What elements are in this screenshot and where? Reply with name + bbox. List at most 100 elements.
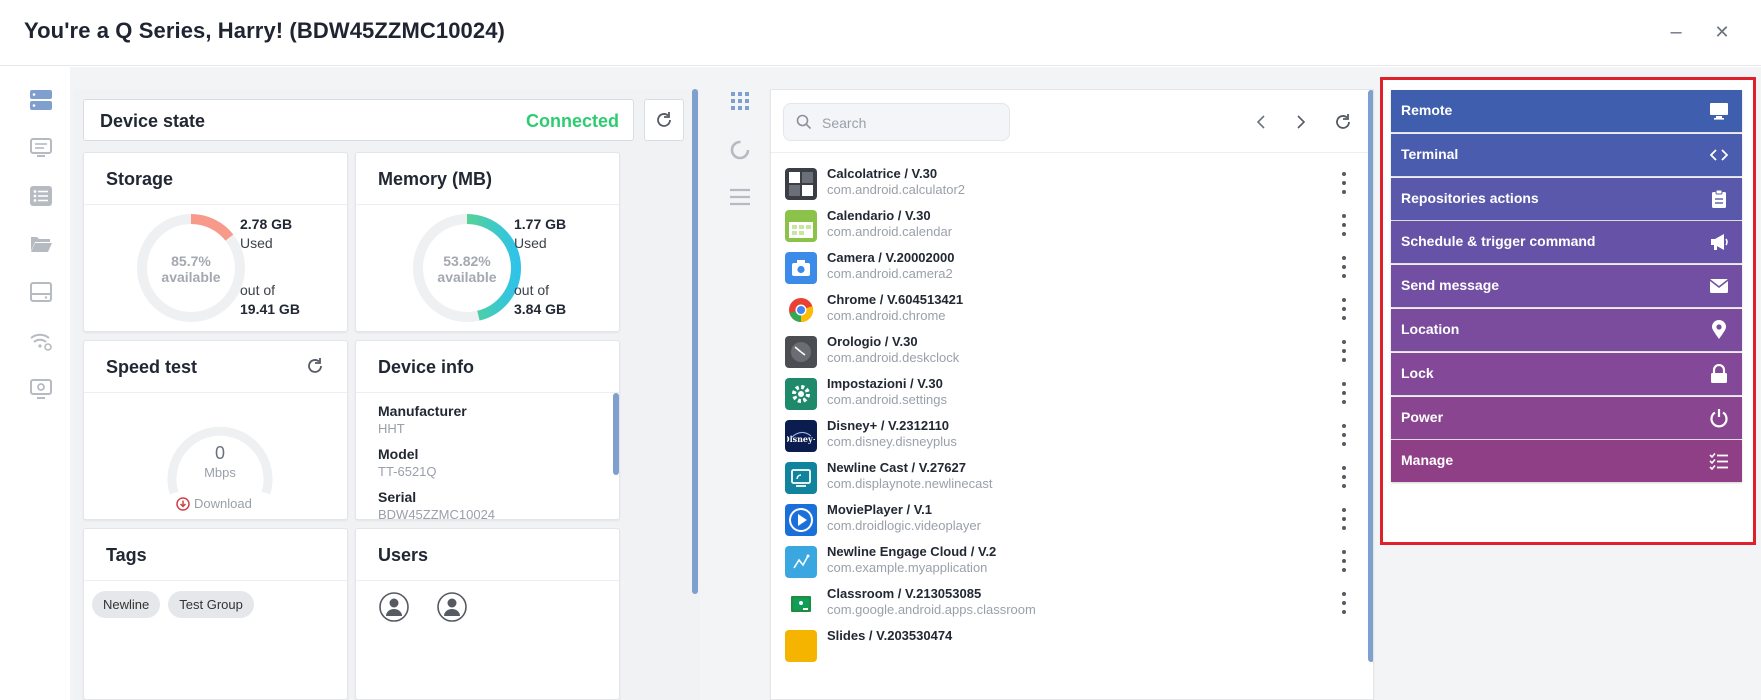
window-title: You're a Q Series, Harry! (BDW45ZZMC1002… <box>24 18 505 43</box>
app-name: Calendario / V.30 <box>827 208 931 223</box>
memory-total: 3.84 GB <box>514 301 567 317</box>
device-info-panel: Device info Manufacturer HHT Model TT-65… <box>355 340 620 520</box>
user-avatar-icon[interactable] <box>436 591 468 623</box>
app-row[interactable]: Orologio / V.30 com.android.deskclock <box>771 328 1367 375</box>
app-options-button[interactable] <box>1336 256 1352 278</box>
chevron-left-icon <box>1256 115 1265 129</box>
app-options-button[interactable] <box>1336 172 1352 194</box>
app-name: MoviePlayer / V.1 <box>827 502 933 517</box>
terminal-button[interactable]: Terminal <box>1391 133 1742 176</box>
power-button[interactable]: Power <box>1391 396 1742 439</box>
app-name: Impostazioni / V.30 <box>827 376 943 391</box>
app-name: Camera / V.20002000 <box>827 250 955 265</box>
apps-grid-icon[interactable] <box>727 88 753 114</box>
app-options-button[interactable] <box>1336 382 1352 404</box>
left-rail <box>0 67 70 700</box>
close-button[interactable]: ✕ <box>1708 18 1736 46</box>
device-overview: Device state Connected Storage 85.7% ava… <box>73 89 700 700</box>
device-info-scrollbar[interactable] <box>613 393 619 475</box>
app-row[interactable]: Classroom / V.213053085 com.google.androi… <box>771 580 1367 627</box>
search-icon <box>796 114 812 130</box>
app-row[interactable]: MoviePlayer / V.1 com.droidlogic.videopla… <box>771 496 1367 543</box>
list-icon[interactable] <box>28 183 54 209</box>
app-row[interactable]: Chrome / V.604513421 com.android.chrome <box>771 286 1367 333</box>
remote-button[interactable]: Remote <box>1391 90 1742 132</box>
memory-out-of-label: out of <box>514 282 550 298</box>
refresh-state-button[interactable] <box>644 99 684 141</box>
app-name: Newline Cast / V.27627 <box>827 460 966 475</box>
tag-chip[interactable]: Newline <box>92 591 161 618</box>
storage-available-label: available <box>161 269 221 285</box>
action-label: Remote <box>1401 102 1453 118</box>
loading-circle-icon[interactable] <box>727 137 753 163</box>
storage-drive-icon[interactable] <box>28 279 54 305</box>
action-label: Manage <box>1401 452 1454 469</box>
folder-open-icon[interactable] <box>28 231 54 257</box>
minimize-button[interactable]: – <box>1662 18 1690 46</box>
device-state-bar: Device state Connected <box>83 99 634 141</box>
memory-gauge: 53.82% available <box>410 211 524 325</box>
monitor-settings-icon[interactable] <box>28 376 54 402</box>
menu-lines-icon[interactable] <box>727 184 753 210</box>
speed-test-refresh-button[interactable] <box>306 357 324 380</box>
tag-list: Newline Test Group <box>92 591 254 618</box>
tag-chip[interactable]: Test Group <box>168 591 254 618</box>
checklist-icon <box>1708 450 1730 472</box>
lock-button[interactable]: Lock <box>1391 352 1742 395</box>
storage-percent: 85.7% <box>171 253 211 269</box>
action-label: Power <box>1401 408 1444 425</box>
overview-scrollbar[interactable] <box>692 89 698 594</box>
next-page-button[interactable] <box>1289 110 1313 134</box>
app-row[interactable]: Newline Cast / V.27627 com.displaynote.ne… <box>771 454 1367 501</box>
app-options-button[interactable] <box>1336 298 1352 320</box>
send-message-button[interactable]: Send message <box>1391 265 1742 308</box>
app-options-button[interactable] <box>1336 466 1352 488</box>
app-options-button[interactable] <box>1336 424 1352 446</box>
search-input[interactable] <box>822 112 1002 134</box>
user-avatar-icon[interactable] <box>378 591 410 623</box>
speed-gauge: 0 Mbps <box>164 407 276 497</box>
download-label: Download <box>194 496 252 511</box>
storage-used-label: Used <box>240 235 273 251</box>
app-row[interactable]: Slides / V.203530474 <box>771 622 1367 669</box>
app-row[interactable]: Impostazioni / V.30 com.android.settings <box>771 370 1367 417</box>
download-test-button[interactable]: Download <box>176 496 252 511</box>
camera-icon <box>785 252 817 284</box>
info-value: BDW45ZZMC10024 <box>378 507 496 520</box>
chrome-icon <box>785 294 817 326</box>
wifi-settings-icon[interactable] <box>28 328 54 354</box>
apps-scrollbar[interactable] <box>1368 90 1373 662</box>
app-row[interactable]: Calcolatrice / V.30 com.android.calculato… <box>771 160 1367 207</box>
manage-button[interactable]: Manage <box>1391 440 1742 483</box>
display-list-icon[interactable] <box>28 134 54 160</box>
slides-icon <box>785 630 817 662</box>
storage-title: Storage <box>84 153 347 205</box>
disney-plus-icon: Disney+ <box>785 420 817 452</box>
schedule-and-trigger-command-button[interactable]: Schedule & trigger command <box>1391 221 1742 264</box>
play-icon <box>785 504 817 536</box>
app-row[interactable]: Camera / V.20002000 com.android.camera2 <box>771 244 1367 291</box>
calculator-icon <box>785 168 817 200</box>
app-list: Calcolatrice / V.30 com.android.calculato… <box>771 160 1367 699</box>
lock-icon <box>1708 363 1730 385</box>
app-row[interactable]: Newline Engage Cloud / V.2 com.example.my… <box>771 538 1367 585</box>
app-options-button[interactable] <box>1336 508 1352 530</box>
calendar-icon <box>785 210 817 242</box>
app-row[interactable]: Disney+ Disney+ / V.2312110com.disney.dis… <box>771 412 1367 459</box>
refresh-apps-button[interactable] <box>1331 110 1355 134</box>
action-label: Repositories actions <box>1401 189 1539 206</box>
app-options-button[interactable] <box>1336 592 1352 614</box>
megaphone-icon <box>1708 231 1730 253</box>
previous-page-button[interactable] <box>1249 110 1273 134</box>
location-button[interactable]: Location <box>1391 309 1742 351</box>
memory-title: Memory (MB) <box>356 153 619 205</box>
app-options-button[interactable] <box>1336 214 1352 236</box>
storage-used-value: 2.78 GB <box>240 216 293 232</box>
app-row[interactable]: Calendario / V.30 com.android.calendar <box>771 202 1367 249</box>
app-options-button[interactable] <box>1336 340 1352 362</box>
action-label: Lock <box>1401 364 1434 381</box>
repositories-actions-button[interactable]: Repositories actions <box>1391 177 1742 220</box>
app-options-button[interactable] <box>1336 550 1352 572</box>
server-icon[interactable] <box>28 87 54 113</box>
app-name: Disney+ / V.2312110 <box>827 418 950 433</box>
